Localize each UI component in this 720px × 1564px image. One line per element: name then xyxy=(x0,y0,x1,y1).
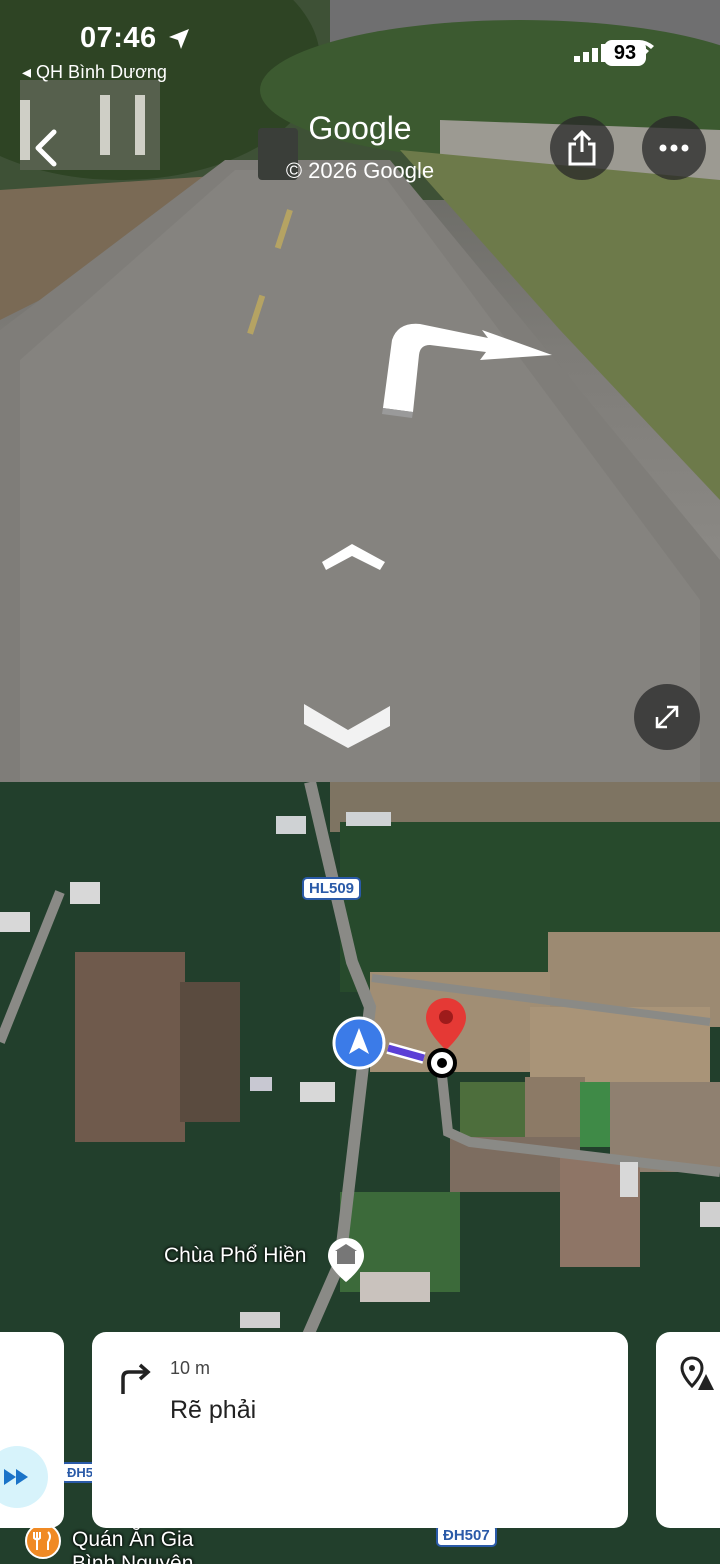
place-label-restaurant-line2: Bình Nguyên xyxy=(72,1552,194,1564)
copyright-text: © 2026 Google xyxy=(285,158,435,183)
chevron-left-icon xyxy=(35,129,57,167)
share-button[interactable] xyxy=(550,116,614,180)
place-label-chua-pho-hien[interactable]: Chùa Phổ Hiền xyxy=(164,1244,306,1268)
next-step-card[interactable] xyxy=(656,1332,720,1528)
status-time: 07:46 xyxy=(80,22,157,54)
step-distance: 10 m xyxy=(170,1358,211,1378)
back-to-app-link[interactable]: ◂ QH Bình Dương xyxy=(22,62,167,83)
move-backward-arrow[interactable] xyxy=(300,698,394,752)
temple-pin-icon[interactable] xyxy=(326,1236,366,1284)
road-shield-hl509: HL509 xyxy=(302,877,362,900)
location-arrow-icon xyxy=(169,29,189,49)
battery-indicator: 93 xyxy=(604,40,646,66)
more-dots-icon xyxy=(659,144,689,152)
street-view-panorama[interactable]: 07:46 ◂ QH Bình Dương 93 Google © 2026 G… xyxy=(0,0,720,782)
turn-right-icon xyxy=(121,1363,151,1394)
more-options-button[interactable] xyxy=(642,116,706,180)
navigation-step-card[interactable]: 10 m Rẽ phải xyxy=(92,1332,628,1528)
fast-forward-icon xyxy=(4,1469,28,1485)
current-location-marker-icon xyxy=(332,1016,386,1070)
expand-button[interactable] xyxy=(634,684,700,750)
expand-icon xyxy=(655,705,679,729)
waypoint-dot-icon xyxy=(427,1048,457,1078)
step-instruction: Rẽ phải xyxy=(170,1396,257,1424)
turn-right-arrow-control[interactable] xyxy=(380,322,555,417)
back-button[interactable] xyxy=(26,126,66,170)
share-icon xyxy=(568,130,596,166)
destination-place-icon xyxy=(680,1356,714,1390)
move-forward-arrow[interactable] xyxy=(318,538,388,574)
place-label-restaurant[interactable]: Quán Ăn Gia xyxy=(72,1528,193,1552)
